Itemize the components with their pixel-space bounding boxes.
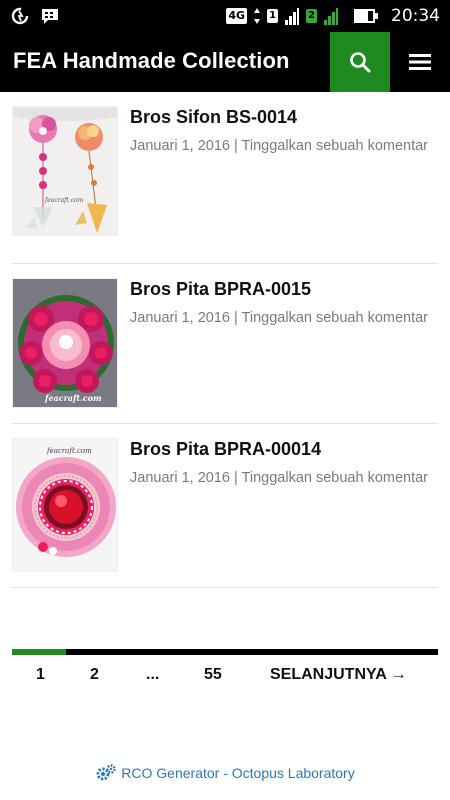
- signal-icon: [285, 8, 300, 25]
- svg-text:feacraft.com: feacraft.com: [46, 447, 92, 455]
- bbm-icon: [42, 9, 58, 24]
- post-thumbnail[interactable]: feacraft.com: [12, 438, 118, 572]
- status-right-icons: 4G 1 2 20:34: [226, 4, 440, 28]
- data-arrows-icon: [254, 8, 261, 24]
- brooch-image: feacraft.com: [13, 439, 117, 571]
- brooch-image: feacraft.com: [13, 279, 117, 407]
- meta-separator: |: [234, 138, 242, 154]
- page-link-1[interactable]: 1: [36, 666, 45, 684]
- footer-link[interactable]: RCO Generator - Octopus Laboratory: [95, 764, 355, 782]
- page-link-last[interactable]: 55: [204, 666, 222, 684]
- post-item: feacraft.com Bros Pita BPRA-0015 Januari…: [12, 278, 438, 424]
- signal-icon-2: [324, 8, 338, 25]
- site-title[interactable]: FEA Handmade Collection: [13, 48, 290, 74]
- post-title[interactable]: Bros Pita BPRA-00014: [130, 439, 321, 460]
- post-meta: Januari 1, 2016 | Tinggalkan sebuah kome…: [130, 138, 428, 154]
- comment-link[interactable]: Tinggalkan sebuah komentar: [242, 310, 428, 326]
- post-title[interactable]: Bros Sifon BS-0014: [130, 107, 297, 128]
- sim1-badge: 1: [267, 9, 279, 23]
- svg-text:feacraft.com: feacraft.com: [44, 393, 102, 403]
- post-title[interactable]: Bros Pita BPRA-0015: [130, 279, 311, 300]
- menu-button[interactable]: [390, 32, 450, 92]
- post-date-link[interactable]: Januari 1, 2016: [130, 470, 230, 486]
- post-date-link[interactable]: Januari 1, 2016: [130, 138, 230, 154]
- post-thumbnail[interactable]: feacraft.com: [12, 278, 118, 408]
- footer: RCO Generator - Octopus Laboratory: [0, 764, 450, 784]
- status-bar: 4G 1 2 20:34: [0, 0, 450, 32]
- page-link-2[interactable]: 2: [90, 666, 99, 684]
- search-icon: [350, 52, 371, 73]
- svg-text:feacraft.com: feacraft.com: [44, 197, 84, 204]
- comment-link[interactable]: Tinggalkan sebuah komentar: [242, 470, 428, 486]
- meta-separator: |: [234, 470, 242, 486]
- pagination-active-indicator: [12, 649, 66, 655]
- gears-icon: [96, 764, 116, 781]
- site-header: FEA Handmade Collection: [0, 32, 450, 92]
- comment-link[interactable]: Tinggalkan sebuah komentar: [242, 138, 428, 154]
- post-date-link[interactable]: Januari 1, 2016: [130, 310, 230, 326]
- page-ellipsis: ...: [146, 666, 160, 683]
- clock: 20:34: [391, 6, 440, 26]
- network-type-badge: 4G: [226, 8, 248, 24]
- search-button[interactable]: [330, 32, 390, 92]
- battery-icon: [354, 9, 378, 23]
- brooch-image: feacraft.com: [13, 107, 117, 235]
- meta-separator: |: [234, 310, 242, 326]
- post-meta: Januari 1, 2016 | Tinggalkan sebuah kome…: [130, 310, 428, 326]
- pagination: 1 2 ... 55 SELANJUTNYA →: [12, 666, 438, 690]
- post-thumbnail[interactable]: feacraft.com: [12, 106, 118, 236]
- sim2-badge: 2: [306, 9, 317, 23]
- status-left-icons: [10, 6, 60, 26]
- footer-link-text[interactable]: RCO Generator - Octopus Laboratory: [121, 765, 354, 781]
- post-item: feacraft.com Bros Pita BPRA-00014 Januar…: [12, 438, 438, 588]
- hamburger-menu-icon: [409, 54, 431, 70]
- data-saver-icon: [11, 7, 29, 25]
- next-page-link[interactable]: SELANJUTNYA →: [270, 666, 407, 684]
- post-item: feacraft.com Bros Sifon BS-0014 Januari …: [12, 106, 438, 264]
- pagination-bar: [12, 649, 438, 655]
- post-meta: Januari 1, 2016 | Tinggalkan sebuah kome…: [130, 470, 428, 486]
